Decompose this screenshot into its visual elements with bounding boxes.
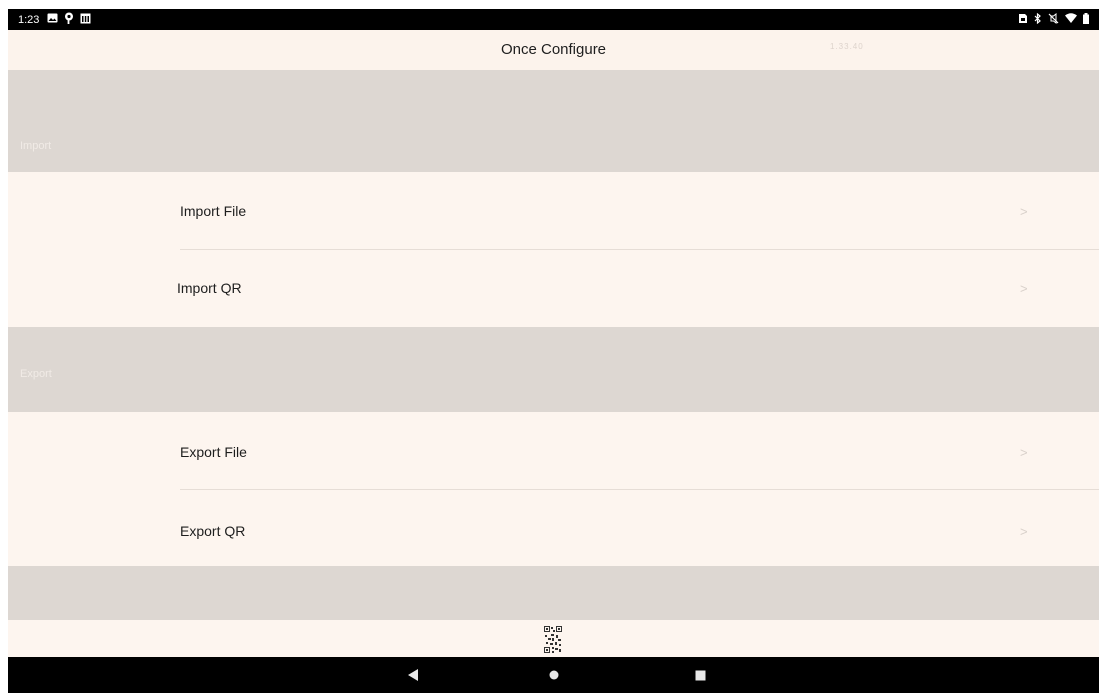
section-label-export: Export (20, 368, 52, 380)
title-bar: Once Configure 1.33.40 (8, 30, 1099, 70)
export-qr-row[interactable]: Export QR > (8, 490, 1099, 566)
image-icon (47, 13, 58, 26)
home-circle-icon[interactable] (539, 657, 569, 693)
version-label: 1.33.40 (830, 42, 864, 51)
status-icons-right (1018, 12, 1089, 27)
import-file-row[interactable]: Import File > (8, 172, 1099, 249)
navigation-bar (8, 657, 1099, 693)
export-file-label: Export File (180, 444, 247, 460)
import-qr-label: Import QR (177, 280, 242, 296)
back-triangle-icon[interactable] (398, 657, 428, 693)
recents-square-icon[interactable] (685, 657, 715, 693)
section-header-import: Import (8, 70, 1099, 172)
bluetooth-icon (1034, 12, 1042, 27)
export-file-row[interactable]: Export File > (8, 412, 1099, 489)
chevron-right-icon: > (1020, 204, 1028, 219)
chevron-right-icon: > (1020, 445, 1028, 460)
calendar-icon (80, 13, 91, 27)
battery-icon (1083, 12, 1089, 27)
chevron-right-icon: > (1020, 281, 1028, 296)
export-qr-label: Export QR (180, 523, 246, 539)
app-screen: 1:23 Once Configure 1.33.40 Import Impor… (8, 9, 1099, 693)
import-qr-row[interactable]: Import QR > (8, 250, 1099, 327)
status-bar: 1:23 (8, 9, 1099, 30)
status-time: 1:23 (18, 13, 40, 26)
chevron-right-icon: > (1020, 524, 1028, 539)
page-title: Once Configure (500, 41, 607, 58)
sim-icon (1018, 13, 1028, 27)
footer-band (8, 566, 1099, 620)
pinterest-icon (64, 12, 74, 27)
section-label-import: Import (20, 140, 52, 152)
mute-icon (1048, 12, 1059, 27)
import-file-label: Import File (180, 203, 247, 219)
qr-code-icon (544, 626, 562, 653)
wifi-icon (1065, 13, 1077, 26)
section-header-export: Export (8, 327, 1099, 412)
